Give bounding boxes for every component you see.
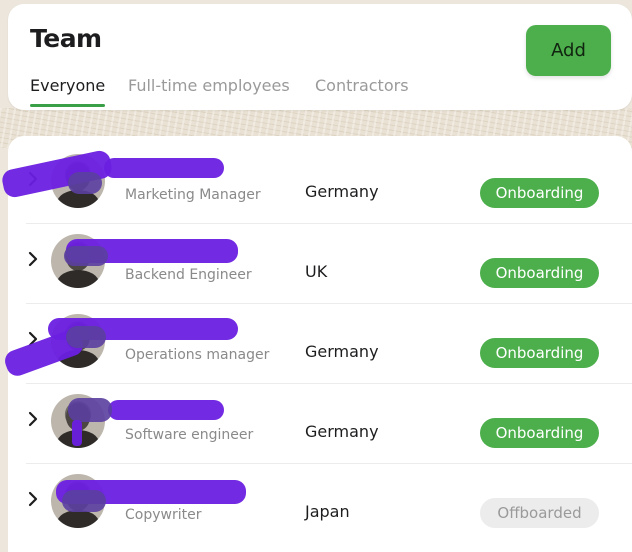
member-row[interactable]: Operations manager Germany Onboarding <box>1 304 632 384</box>
chevron-right-icon[interactable] <box>24 250 42 268</box>
member-country: UK <box>305 262 328 281</box>
status-badge: Onboarding <box>480 418 599 448</box>
tab-full-time-employees[interactable]: Full-time employees <box>128 76 290 108</box>
redaction-mark <box>104 158 224 178</box>
member-row[interactable]: Software engineer Germany Onboarding <box>8 384 632 464</box>
status-badge: Onboarding <box>480 178 599 208</box>
tab-contractors[interactable]: Contractors <box>315 76 409 108</box>
team-header: Team Add Everyone Full-time employees Co… <box>8 4 632 110</box>
redaction-mark <box>62 490 106 512</box>
member-row[interactable]: Marketing Manager Germany Onboarding <box>0 144 632 224</box>
member-role: Software engineer <box>125 427 254 443</box>
chevron-right-icon[interactable] <box>24 410 42 428</box>
redaction-mark <box>68 172 102 194</box>
member-list: Marketing Manager Germany Onboarding Bac… <box>0 136 632 552</box>
redaction-mark <box>66 326 106 348</box>
member-row[interactable]: Copywriter Japan Offboarded <box>8 464 632 544</box>
member-country: Germany <box>305 422 379 441</box>
chevron-right-icon[interactable] <box>24 490 42 508</box>
redaction-mark <box>108 400 224 420</box>
member-role: Marketing Manager <box>125 187 261 203</box>
member-row[interactable]: Backend Engineer UK Onboarding <box>8 224 632 304</box>
redaction-mark <box>64 246 108 266</box>
member-country: Germany <box>305 342 379 361</box>
member-role: Copywriter <box>125 507 202 523</box>
status-badge: Onboarding <box>480 338 599 368</box>
member-role: Operations manager <box>125 347 270 363</box>
member-country: Japan <box>305 502 350 521</box>
status-badge: Onboarding <box>480 258 599 288</box>
page-title: Team <box>30 24 102 53</box>
redaction-mark <box>72 420 82 446</box>
redaction-mark <box>68 398 112 422</box>
add-button[interactable]: Add <box>526 25 611 76</box>
member-country: Germany <box>305 182 379 201</box>
member-role: Backend Engineer <box>125 267 252 283</box>
tab-everyone[interactable]: Everyone <box>30 76 106 108</box>
status-badge: Offboarded <box>480 498 599 528</box>
